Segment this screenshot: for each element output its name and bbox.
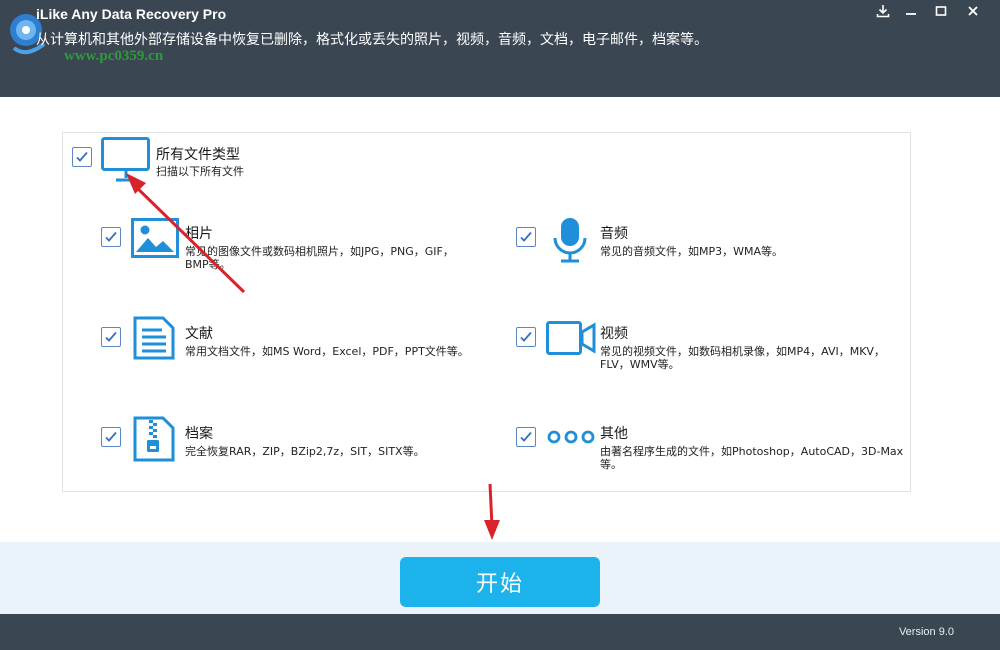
minimize-button[interactable] (896, 0, 926, 22)
version-label: Version 9.0 (898, 626, 954, 638)
checkmark-icon (105, 431, 117, 442)
checkmark-icon (105, 231, 117, 242)
checkmark-icon (520, 331, 532, 342)
document-title: 文献 (185, 326, 213, 342)
file-type-panel: 所有文件类型 扫描以下所有文件 相片 常见的图像文件或数码相机照片，如JPG，P… (62, 132, 911, 492)
app-subtitle: 从计算机和其他外部存储设备中恢复已删除，格式化或丢失的照片，视频，音频，文档，电… (36, 32, 708, 48)
all-types-desc: 扫描以下所有文件 (156, 165, 244, 178)
document-icon (133, 316, 175, 360)
archive-desc: 完全恢复RAR，ZIP，BZip2,7z，SIT，SITX等。 (185, 445, 425, 458)
main-content: 所有文件类型 扫描以下所有文件 相片 常见的图像文件或数码相机照片，如JPG，P… (0, 97, 1000, 542)
app-title: iLike Any Data Recovery Pro (36, 6, 227, 22)
video-checkbox[interactable] (516, 327, 536, 347)
checkmark-icon (105, 331, 117, 342)
document-desc: 常用文档文件，如MS Word，Excel，PDF，PPT文件等。 (185, 345, 469, 358)
watermark-text: www.pc0359.cn (64, 48, 164, 64)
checkmark-icon (76, 151, 88, 162)
checkmark-icon (520, 431, 532, 442)
download-button[interactable] (868, 0, 898, 22)
all-types-checkbox[interactable] (72, 147, 92, 167)
start-button[interactable]: 开始 (400, 557, 600, 607)
title-bar: iLike Any Data Recovery Pro 从计算机和其他外部存储设… (0, 0, 1000, 97)
checkmark-icon (520, 231, 532, 242)
more-dots-icon (547, 430, 595, 444)
audio-checkbox[interactable] (516, 227, 536, 247)
maximize-icon (935, 6, 947, 16)
archive-title: 档案 (185, 426, 213, 442)
video-desc: 常见的视频文件，如数码相机录像，如MP4，AVI，MKV，FLV，WMV等。 (600, 345, 885, 371)
other-checkbox[interactable] (516, 427, 536, 447)
video-title: 视频 (600, 326, 628, 342)
action-area: 开始 (0, 542, 1000, 614)
other-desc: 由著名程序生成的文件，如Photoshop，AutoCAD，3D-Max等。 (600, 445, 904, 471)
minimize-icon (906, 13, 916, 15)
close-button[interactable] (958, 0, 988, 22)
microphone-icon (553, 218, 587, 263)
download-icon (876, 5, 890, 18)
document-checkbox[interactable] (101, 327, 121, 347)
monitor-icon (101, 137, 150, 182)
maximize-button[interactable] (926, 0, 956, 22)
photo-desc: 常见的图像文件或数码相机照片，如JPG，PNG，GIF，BMP等。 (185, 245, 454, 271)
image-icon (131, 218, 179, 258)
archive-checkbox[interactable] (101, 427, 121, 447)
audio-title: 音频 (600, 226, 628, 242)
other-title: 其他 (600, 426, 628, 442)
video-camera-icon (546, 321, 596, 355)
all-types-title: 所有文件类型 (156, 147, 240, 163)
photo-checkbox[interactable] (101, 227, 121, 247)
audio-desc: 常见的音频文件，如MP3，WMA等。 (600, 245, 784, 258)
photo-title: 相片 (185, 226, 213, 242)
close-icon (968, 6, 978, 16)
status-bar: Version 9.0 (0, 614, 1000, 650)
zip-archive-icon (133, 416, 175, 462)
